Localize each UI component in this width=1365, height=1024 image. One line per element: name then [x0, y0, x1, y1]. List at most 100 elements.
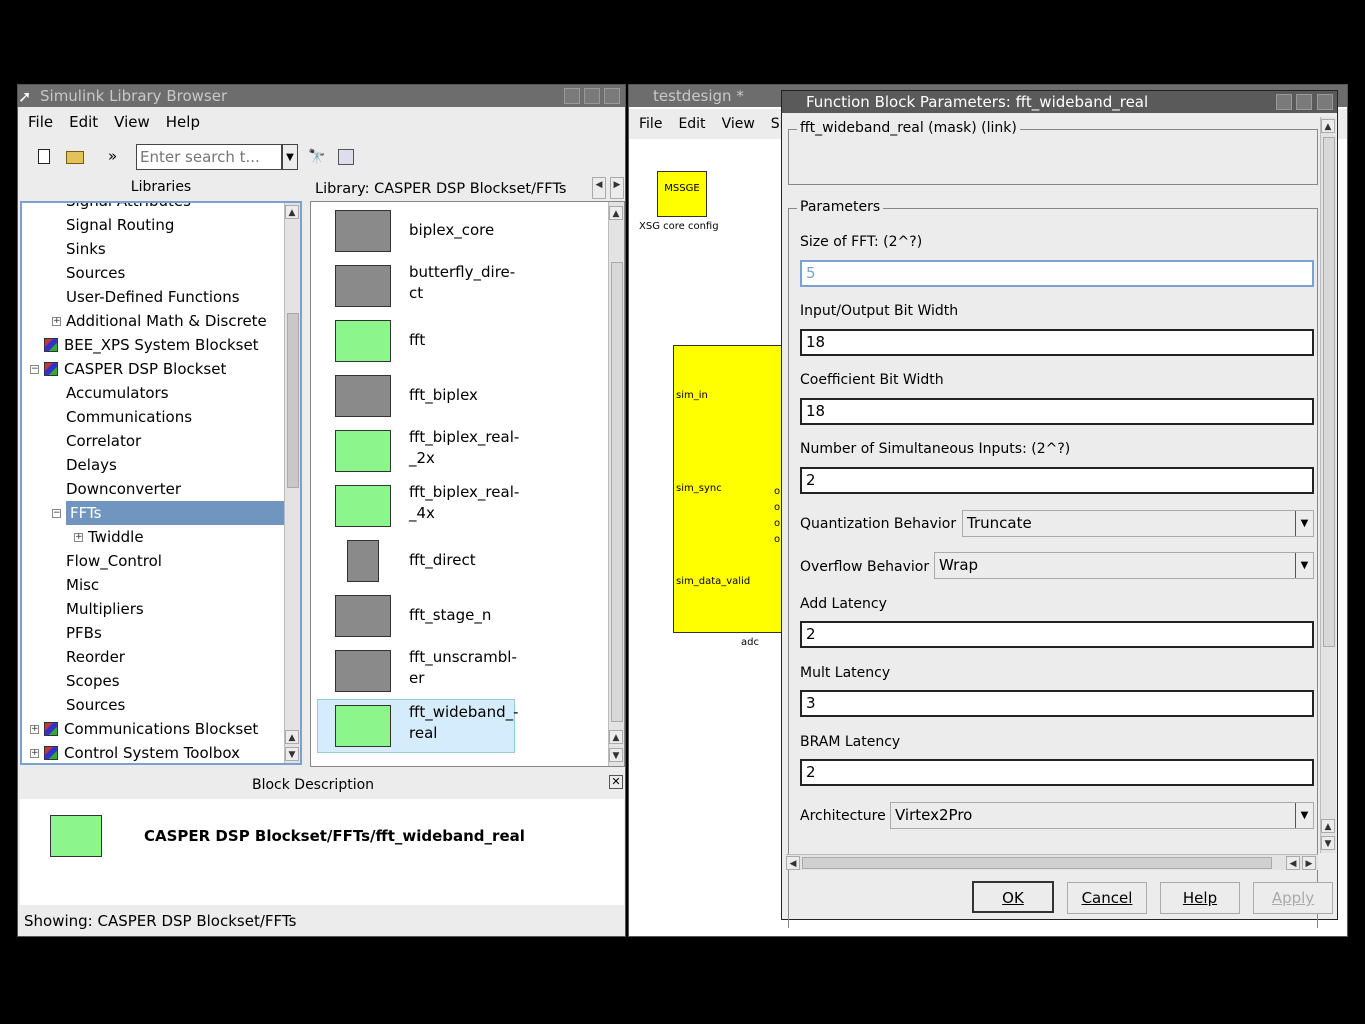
- model-menu-edit[interactable]: Edit: [678, 116, 705, 132]
- search-dropdown-button[interactable]: ▼: [282, 144, 298, 170]
- properties-icon[interactable]: [338, 149, 354, 165]
- param-field[interactable]: 18: [800, 398, 1314, 425]
- block-label[interactable]: fft_wideband_- real: [409, 702, 519, 744]
- tree-scroll-down[interactable]: ▼: [285, 747, 299, 761]
- tree-item[interactable]: Flow_Control: [66, 549, 162, 573]
- tree-item[interactable]: Delays: [66, 453, 117, 477]
- dialog-scroll-up[interactable]: ▲: [1321, 119, 1335, 133]
- tree-scroll-down-1[interactable]: ▲: [285, 730, 299, 744]
- dialog-titlebar[interactable]: Function Block Parameters: fft_wideband_…: [782, 91, 1337, 113]
- collapse-icon[interactable]: −: [52, 509, 61, 518]
- hscroll-right[interactable]: ▶: [1302, 856, 1316, 870]
- param-field[interactable]: 18: [800, 329, 1314, 356]
- block-label[interactable]: fft_direct: [409, 550, 519, 571]
- find-binoculars-icon[interactable]: 🔭: [308, 149, 325, 165]
- adc-block[interactable]: sim_in sim_sync sim_data_valid o o o o: [673, 345, 785, 633]
- blocks-scrollbar[interactable]: ▲ ▲ ▼: [608, 202, 624, 766]
- block-label[interactable]: fft: [409, 330, 519, 351]
- blocks-scroll-down[interactable]: ▼: [609, 748, 623, 762]
- blocks-scroll-up[interactable]: ▲: [609, 206, 623, 220]
- block-label[interactable]: fft_biplex_real- _2x: [409, 427, 519, 469]
- maximize-button[interactable]: [584, 88, 600, 104]
- tree-item[interactable]: Signal Routing: [66, 213, 174, 237]
- apply-button[interactable]: Apply: [1253, 882, 1333, 914]
- block-icon[interactable]: [335, 430, 391, 472]
- block-label[interactable]: fft_biplex_real- _4x: [409, 482, 519, 524]
- model-menu-file[interactable]: File: [639, 116, 662, 132]
- hscroll-left-2[interactable]: ◀: [1286, 856, 1300, 870]
- tree-item[interactable]: Sinks: [66, 237, 106, 261]
- tree-item[interactable]: Sources: [66, 261, 125, 285]
- tree-item[interactable]: Correlator: [66, 429, 141, 453]
- block-label[interactable]: fft_unscrambl- er: [409, 647, 519, 689]
- tree-item[interactable]: Communications Blockset: [44, 717, 258, 741]
- mult-latency-field[interactable]: 3: [800, 690, 1314, 717]
- block-icon[interactable]: [335, 705, 391, 747]
- tree-item[interactable]: FFTs: [66, 501, 284, 525]
- dialog-scroll-down[interactable]: ▼: [1321, 836, 1335, 850]
- architecture-select[interactable]: Virtex2Pro ▼: [890, 802, 1314, 829]
- tree-item[interactable]: BEE_XPS System Blockset: [44, 333, 259, 357]
- block-label[interactable]: biplex_core: [409, 220, 519, 241]
- dialog-maximize-button[interactable]: [1296, 94, 1312, 110]
- ok-button[interactable]: OK: [972, 881, 1054, 913]
- overflow-select[interactable]: Wrap ▼: [934, 552, 1314, 579]
- cancel-button[interactable]: Cancel: [1067, 882, 1147, 914]
- close-button[interactable]: [604, 88, 620, 104]
- dialog-close-button[interactable]: [1317, 94, 1333, 110]
- tree-item[interactable]: Twiddle: [88, 525, 144, 549]
- tree-item[interactable]: Control System Toolbox: [44, 741, 240, 763]
- blocks-scroll-up-2[interactable]: ▲: [609, 730, 623, 744]
- block-icon[interactable]: [335, 210, 391, 252]
- tree-scrollbar[interactable]: ▲ ▲ ▼: [284, 203, 300, 763]
- dialog-minimize-button[interactable]: [1276, 94, 1292, 110]
- param-field[interactable]: 2: [800, 467, 1314, 494]
- block-icon[interactable]: [335, 265, 391, 307]
- block-icon[interactable]: [335, 595, 391, 637]
- tree-scroll-up[interactable]: ▲: [285, 205, 299, 219]
- toolbar-overflow[interactable]: »: [108, 147, 117, 165]
- tree-item[interactable]: Signal Attributes: [66, 203, 191, 213]
- menu-edit[interactable]: Edit: [69, 113, 98, 131]
- tree-item[interactable]: Reorder: [66, 645, 125, 669]
- open-folder-icon[interactable]: [66, 151, 84, 164]
- model-menu-view[interactable]: View: [722, 116, 755, 132]
- block-label[interactable]: fft_stage_n: [409, 605, 519, 626]
- expand-icon[interactable]: +: [52, 317, 61, 326]
- param-field[interactable]: 5: [800, 260, 1314, 287]
- dialog-scroll-up-2[interactable]: ▲: [1321, 819, 1335, 833]
- tree-item[interactable]: CASPER DSP Blockset: [44, 357, 226, 381]
- bram-latency-field[interactable]: 2: [800, 759, 1314, 786]
- library-browser-titlebar[interactable]: Simulink Library Browser: [18, 85, 625, 107]
- tree-item[interactable]: Accumulators: [66, 381, 169, 405]
- block-icon[interactable]: [347, 540, 379, 582]
- tree-item[interactable]: Multipliers: [66, 597, 144, 621]
- tree-item[interactable]: User-Defined Functions: [66, 285, 240, 309]
- blocks-scroll-thumb[interactable]: [611, 262, 623, 722]
- minimize-button[interactable]: [564, 88, 580, 104]
- block-label[interactable]: fft_biplex: [409, 385, 519, 406]
- path-scroll-left[interactable]: ◀: [592, 177, 606, 199]
- add-latency-field[interactable]: 2: [800, 621, 1314, 648]
- tree-item[interactable]: Misc: [66, 573, 99, 597]
- tree-item[interactable]: Sources: [66, 693, 125, 717]
- tree-item[interactable]: Communications: [66, 405, 192, 429]
- block-icon[interactable]: [335, 650, 391, 692]
- tree-item[interactable]: Downconverter: [66, 477, 181, 501]
- menu-file[interactable]: File: [28, 113, 53, 131]
- expand-icon[interactable]: +: [74, 533, 83, 542]
- tree-item[interactable]: Additional Math & Discrete: [66, 309, 267, 333]
- search-input[interactable]: [136, 144, 282, 170]
- collapse-icon[interactable]: −: [30, 365, 39, 374]
- tree-scroll-thumb[interactable]: [287, 313, 299, 488]
- block-icon[interactable]: [335, 485, 391, 527]
- path-scroll-right[interactable]: ▶: [610, 177, 624, 199]
- xsg-block[interactable]: MSSGE: [657, 171, 707, 217]
- block-label[interactable]: butterfly_dire- ct: [409, 262, 519, 304]
- dialog-scroll-thumb[interactable]: [1323, 137, 1335, 647]
- new-file-icon[interactable]: [38, 149, 50, 164]
- help-button[interactable]: Help: [1160, 882, 1240, 914]
- menu-help[interactable]: Help: [166, 113, 200, 131]
- hscroll-left[interactable]: ◀: [786, 856, 800, 870]
- dialog-hscrollbar[interactable]: ◀ ◀ ▶: [786, 854, 1318, 870]
